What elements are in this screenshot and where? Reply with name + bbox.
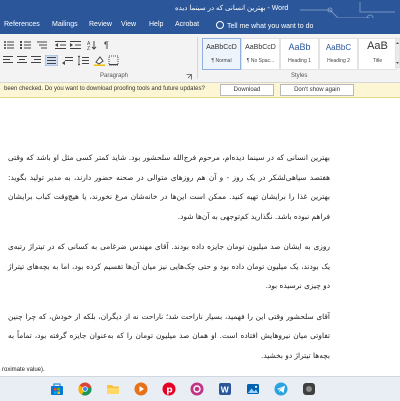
chrome-icon[interactable] xyxy=(78,382,92,396)
svg-text:Z: Z xyxy=(87,46,90,51)
svg-text:W: W xyxy=(221,385,230,395)
style-name: Title xyxy=(372,58,383,64)
bullets-icon[interactable] xyxy=(3,40,15,50)
style-sample: AaBbC xyxy=(325,43,352,52)
lightbulb-icon xyxy=(216,21,224,29)
window-title: بهترین انسانی که در سینما دیده - Word xyxy=(175,5,289,12)
rtl-direction-icon[interactable] xyxy=(62,55,73,66)
file-explorer-icon[interactable] xyxy=(106,382,120,396)
taskbar: p W xyxy=(0,376,400,401)
style-name: Heading 1 xyxy=(288,58,311,64)
style-name: ¶ No Spac... xyxy=(246,58,275,64)
paragraph-group-label: Paragraph xyxy=(100,73,129,79)
style-name: Heading 2 xyxy=(327,58,350,64)
svg-text:¶: ¶ xyxy=(104,40,109,50)
word-icon[interactable]: W xyxy=(218,382,232,396)
document-body[interactable]: بهترین انسانی که در سینما دیده‌ام، مرحوم… xyxy=(8,148,330,376)
align-center-icon[interactable] xyxy=(17,56,28,65)
menu-help[interactable]: Help xyxy=(149,21,163,28)
justify-icon[interactable] xyxy=(45,55,58,66)
tell-me-label: Tell me what you want to do xyxy=(227,23,314,30)
photos-icon[interactable] xyxy=(246,382,260,396)
styles-scroll-icon[interactable] xyxy=(395,38,400,68)
document-canvas[interactable]: بهترین انسانی که در سینما دیده‌ام، مرحوم… xyxy=(0,98,400,366)
style-sample: AaBb xyxy=(288,42,311,52)
image-viewer-icon[interactable] xyxy=(190,382,204,396)
align-right-icon[interactable] xyxy=(31,56,42,65)
style-name: ¶ Normal xyxy=(211,58,232,64)
numbering-icon[interactable] xyxy=(20,40,32,50)
style-title[interactable]: AaB Title xyxy=(358,38,397,70)
menu-review[interactable]: Review xyxy=(89,21,112,28)
menu-mailings[interactable]: Mailings xyxy=(52,21,78,28)
paragraph-launcher-icon[interactable] xyxy=(186,74,192,80)
status-bar: roximate value). xyxy=(0,366,400,376)
line-spacing-icon[interactable] xyxy=(78,55,89,66)
group-divider xyxy=(197,37,198,79)
sort-icon[interactable]: AZ xyxy=(87,39,97,51)
media-icon[interactable] xyxy=(134,382,148,396)
pinterest-icon[interactable]: p xyxy=(162,382,176,396)
menu-references[interactable]: References xyxy=(4,21,40,28)
style-heading-1[interactable]: AaBb Heading 1 xyxy=(280,38,319,70)
multilevel-list-icon[interactable] xyxy=(37,40,49,50)
style-sample: AaBbCcD xyxy=(245,44,276,51)
menu-bar: References Mailings Review View Help Acr… xyxy=(0,18,400,34)
status-text: roximate value). xyxy=(2,367,45,373)
menu-acrobat[interactable]: Acrobat xyxy=(175,21,199,28)
title-bar: بهترین انسانی که در سینما دیده - Word xyxy=(0,0,400,34)
document-paragraph[interactable]: بهترین انسانی که در سینما دیده‌ام، مرحوم… xyxy=(8,148,330,226)
style-sample: AaB xyxy=(367,40,388,52)
store-icon[interactable] xyxy=(50,382,64,396)
telegram-icon[interactable] xyxy=(274,382,288,396)
download-button[interactable]: Download xyxy=(220,84,274,96)
style-no-spacing[interactable]: AaBbCcD ¶ No Spac... xyxy=(241,38,280,70)
shading-icon[interactable] xyxy=(94,55,105,66)
tell-me-search[interactable]: Tell me what you want to do xyxy=(216,21,313,30)
styles-group-label: Styles xyxy=(291,73,308,79)
notification-message: been checked. Do you want to download pr… xyxy=(4,86,205,92)
ribbon: AZ ¶ Paragraph AaBbCcD ¶ Normal AaBbCcD … xyxy=(0,34,400,83)
svg-text:p: p xyxy=(166,386,173,396)
document-paragraph[interactable]: آقای سلحشور وقتی این را فهمید، بسیار نار… xyxy=(8,307,330,366)
increase-indent-icon[interactable] xyxy=(70,40,82,50)
document-paragraph[interactable]: روزی به ایشان صد میلیون تومان جایزه داده… xyxy=(8,237,330,296)
dont-show-again-button[interactable]: Don't show again xyxy=(280,84,354,96)
style-sample: AaBbCcD xyxy=(206,44,237,51)
app-icon[interactable] xyxy=(302,382,316,396)
show-formatting-icon[interactable]: ¶ xyxy=(103,39,113,51)
style-heading-2[interactable]: AaBbC Heading 2 xyxy=(319,38,358,70)
notification-bar: been checked. Do you want to download pr… xyxy=(0,83,400,98)
decrease-indent-icon[interactable] xyxy=(55,40,67,50)
borders-icon[interactable] xyxy=(108,55,119,66)
style-normal[interactable]: AaBbCcD ¶ Normal xyxy=(202,38,241,70)
menu-view[interactable]: View xyxy=(121,21,136,28)
align-left-icon[interactable] xyxy=(3,56,14,65)
